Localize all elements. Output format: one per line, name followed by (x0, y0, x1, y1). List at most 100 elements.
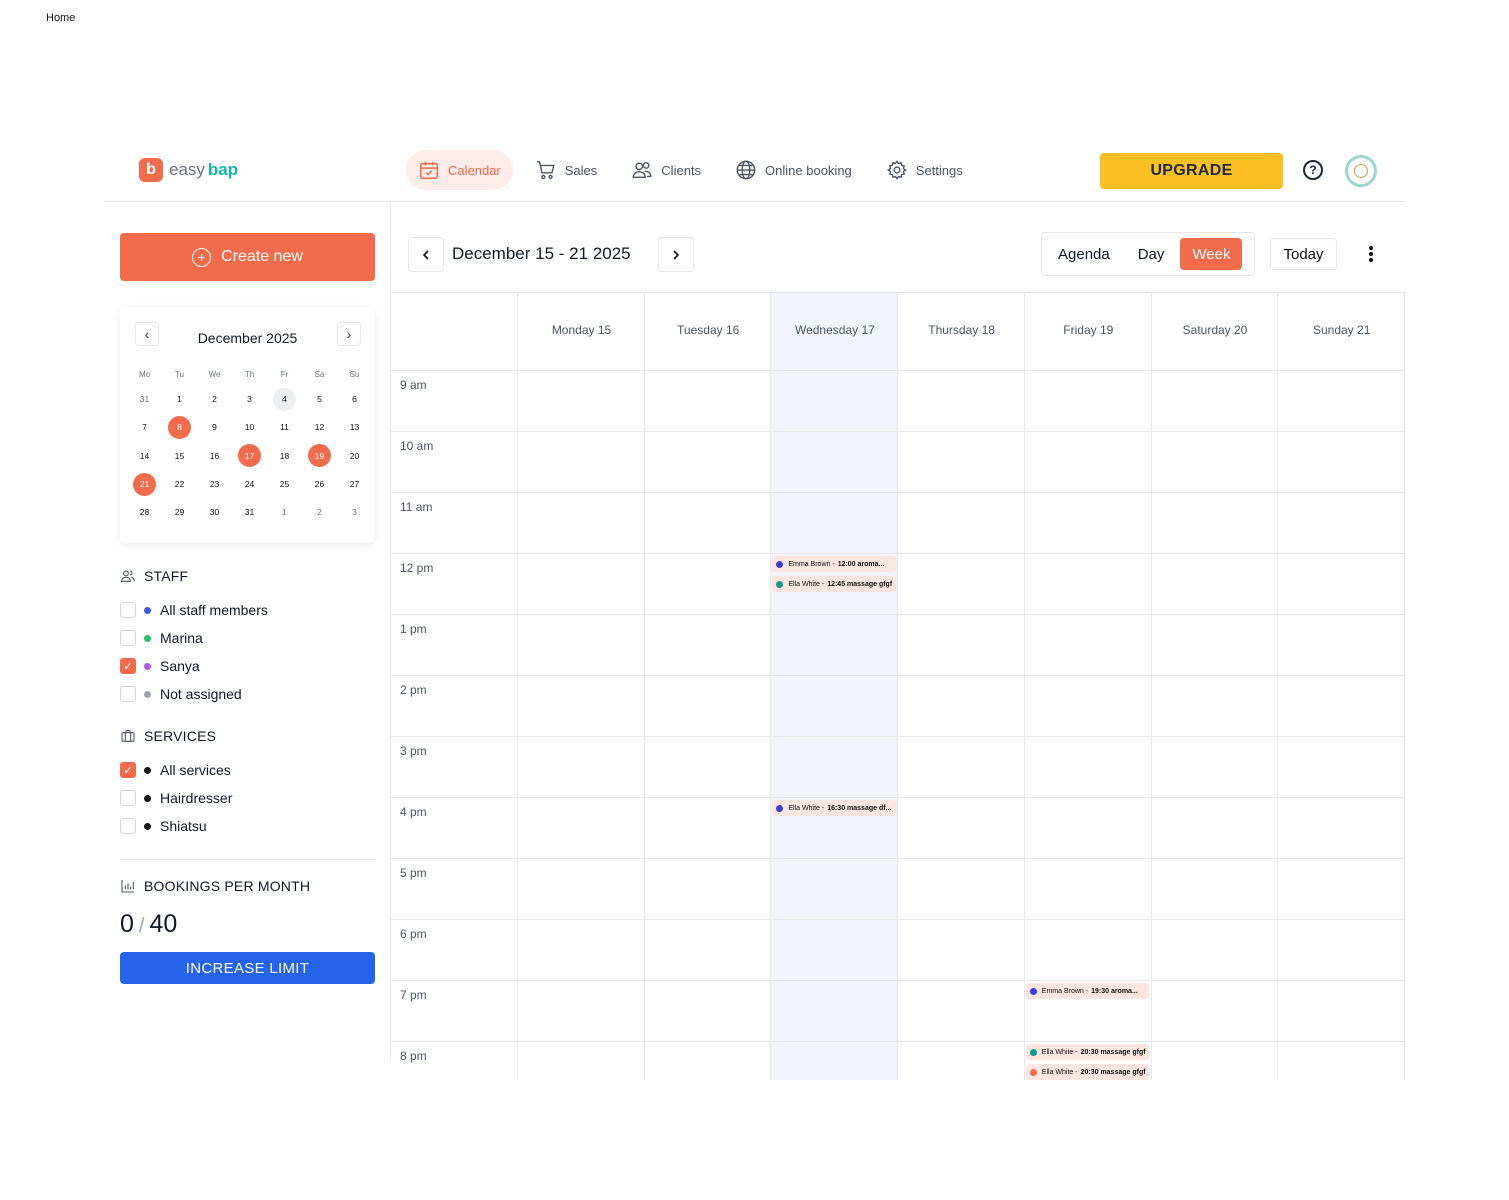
mini-calendar-day[interactable]: 15 (162, 444, 197, 467)
staff-color-dot (144, 690, 151, 698)
day-header[interactable]: Saturday 20 (1152, 323, 1279, 337)
day-column[interactable] (1278, 293, 1405, 1080)
checkbox[interactable]: ✓ (120, 762, 136, 778)
mini-calendar-day[interactable]: 12 (302, 416, 337, 439)
avatar-emblem (1354, 164, 1368, 178)
day-header[interactable]: Tuesday 16 (645, 323, 772, 337)
mini-calendar-next-button[interactable]: › (337, 322, 361, 346)
mini-calendar-day[interactable]: 23 (197, 473, 232, 496)
day-column[interactable] (1152, 293, 1279, 1080)
help-icon[interactable]: ? (1303, 160, 1323, 180)
appointment-event[interactable]: Ella White -20:30 massage gfgf (1025, 1044, 1150, 1060)
day-column[interactable] (771, 293, 899, 1080)
mini-calendar-day[interactable]: 30 (197, 501, 232, 524)
nav-settings[interactable]: Settings (874, 150, 975, 190)
mini-calendar-day[interactable]: 6 (337, 388, 372, 411)
checkbox[interactable] (120, 790, 136, 806)
staff-filter-item[interactable]: All staff members (120, 596, 268, 624)
day-header[interactable]: Monday 15 (518, 323, 645, 337)
view-agenda-button[interactable]: Agenda (1046, 238, 1122, 270)
upgrade-button[interactable]: UPGRADE (1100, 153, 1283, 189)
appointment-event[interactable]: Emma Brown -12:00 aroma... (772, 556, 897, 572)
hour-label: 5 pm (400, 866, 427, 880)
mini-calendar-day-number: 14 (139, 450, 150, 461)
view-week-button[interactable]: Week (1180, 238, 1243, 270)
brand-logo[interactable]: b easy bap (139, 158, 238, 182)
mini-calendar-day[interactable]: 27 (337, 473, 372, 496)
mini-calendar-day[interactable]: 1 (162, 388, 197, 411)
day-column[interactable] (645, 293, 772, 1080)
nav-online-booking[interactable]: Online booking (723, 150, 864, 190)
nav-calendar[interactable]: Calendar (406, 150, 513, 190)
day-column[interactable] (898, 293, 1025, 1080)
more-vertical-icon[interactable] (1361, 243, 1381, 265)
checkbox[interactable]: ✓ (120, 658, 136, 674)
checkbox[interactable] (120, 602, 136, 618)
mini-calendar-day[interactable]: 3 (337, 501, 372, 524)
mini-calendar-day[interactable]: 25 (267, 473, 302, 496)
mini-calendar-day[interactable]: 1 (267, 501, 302, 524)
mini-calendar-day[interactable]: 3 (232, 388, 267, 411)
mini-calendar-day[interactable]: 8 (162, 415, 197, 439)
checkbox[interactable] (120, 686, 136, 702)
mini-calendar-day[interactable]: 2 (302, 501, 337, 524)
brand-name-part-a: easy (169, 160, 205, 179)
day-header[interactable]: Wednesday 17 (771, 323, 898, 337)
day-header[interactable]: Thursday 18 (898, 323, 1025, 337)
week-prev-button[interactable] (408, 237, 444, 272)
mini-calendar-day[interactable]: 13 (337, 416, 372, 439)
mini-calendar-day[interactable]: 9 (197, 416, 232, 439)
mini-calendar-day[interactable]: 31 (127, 388, 162, 411)
mini-calendar-day[interactable]: 26 (302, 473, 337, 496)
mini-calendar-day[interactable]: 18 (267, 444, 302, 467)
service-filter-item[interactable]: Hairdresser (120, 784, 232, 812)
day-header[interactable]: Sunday 21 (1278, 323, 1405, 337)
mini-calendar-day[interactable]: 29 (162, 501, 197, 524)
mini-calendar-day[interactable]: 14 (127, 444, 162, 467)
cart-icon (536, 161, 555, 180)
mini-calendar-day[interactable]: 17 (232, 444, 267, 468)
event-client-name: Ella White - (788, 804, 825, 812)
staff-color-dot (144, 662, 151, 670)
bookings-separator: / (138, 915, 145, 937)
week-next-button[interactable] (658, 237, 694, 272)
mini-calendar-day[interactable]: 10 (232, 416, 267, 439)
day-header[interactable]: Friday 19 (1025, 323, 1152, 337)
appointment-event[interactable]: Ella White -12:45 massage gfgf (772, 576, 897, 592)
mini-calendar-day[interactable]: 16 (197, 444, 232, 467)
mini-calendar-day[interactable]: 19 (302, 444, 337, 468)
create-new-button[interactable]: + Create new (120, 233, 375, 281)
service-filter-item[interactable]: Shiatsu (120, 812, 232, 840)
staff-filter-item[interactable]: ✓ Sanya (120, 652, 268, 680)
staff-filter-item[interactable]: Marina (120, 624, 268, 652)
nav-clients[interactable]: Clients (619, 150, 713, 190)
today-button[interactable]: Today (1270, 238, 1337, 270)
appointment-event[interactable]: Ella White -20:30 massage gfgf (1025, 1064, 1150, 1080)
mini-calendar-day[interactable]: 20 (337, 444, 372, 467)
nav-sales[interactable]: Sales (523, 150, 610, 190)
column-divider (1277, 293, 1279, 1080)
mini-calendar-day[interactable]: 4 (267, 387, 302, 411)
increase-limit-button[interactable]: INCREASE LIMIT (120, 952, 375, 984)
checkbox[interactable] (120, 818, 136, 834)
view-day-button[interactable]: Day (1126, 238, 1177, 270)
mini-calendar-day[interactable]: 11 (267, 416, 302, 439)
mini-calendar-day[interactable]: 2 (197, 388, 232, 411)
appointment-event[interactable]: Emma Brown -19:30 aroma... (1025, 983, 1150, 999)
day-column[interactable] (518, 293, 645, 1080)
mini-calendar-day[interactable]: 22 (162, 473, 197, 496)
appointment-event[interactable]: Ella White -16:30 massage df... (772, 800, 897, 816)
staff-filter-item[interactable]: Not assigned (120, 680, 268, 708)
mini-calendar-day[interactable]: 21 (127, 472, 162, 496)
mini-calendar-day[interactable]: 31 (232, 501, 267, 524)
mini-calendar-day[interactable]: 5 (302, 388, 337, 411)
avatar[interactable] (1345, 155, 1377, 187)
checkbox[interactable] (120, 630, 136, 646)
mini-calendar-day[interactable]: 24 (232, 473, 267, 496)
mini-calendar-day[interactable]: 7 (127, 416, 162, 439)
event-client-name: Ella White - (1041, 1068, 1078, 1076)
service-filter-label: All services (160, 762, 231, 778)
day-column[interactable] (1025, 293, 1152, 1080)
service-filter-item[interactable]: ✓ All services (120, 756, 232, 784)
mini-calendar-day[interactable]: 28 (127, 501, 162, 524)
